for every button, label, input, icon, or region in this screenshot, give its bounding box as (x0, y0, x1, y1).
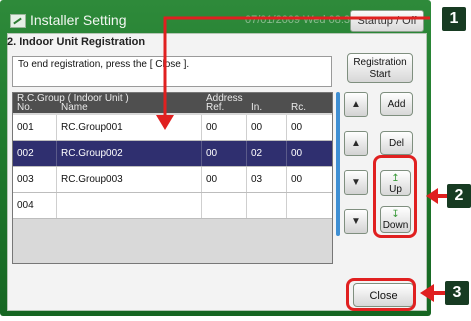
callout-badge-2: 2 (447, 184, 471, 208)
callout-badge-1: 1 (442, 7, 466, 31)
callout-overlay (156, 16, 447, 302)
callout-badge-3: 3 (445, 281, 469, 305)
